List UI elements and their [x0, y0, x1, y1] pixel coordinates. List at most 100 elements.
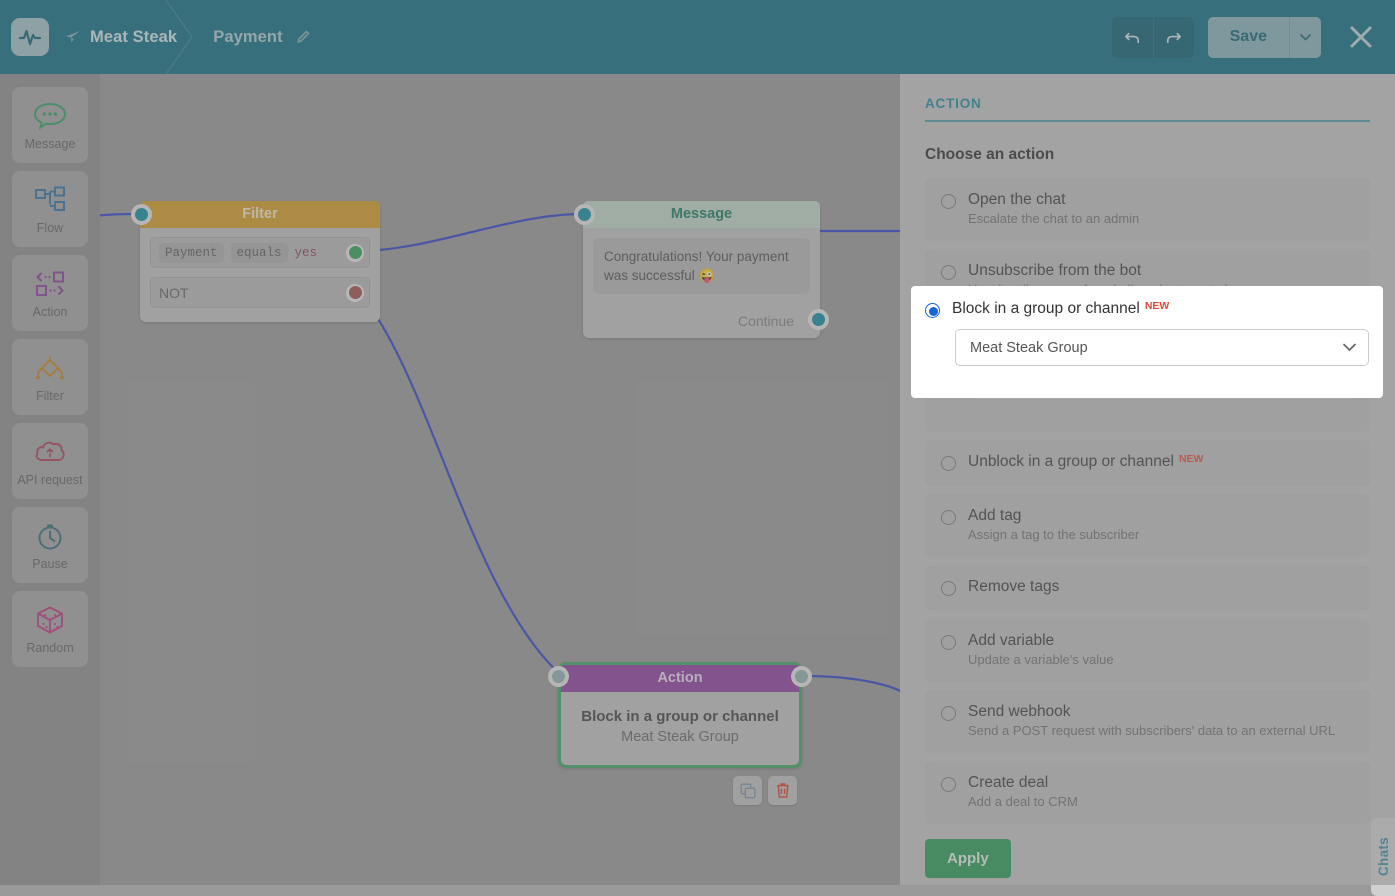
filter-diamond-icon	[33, 352, 67, 384]
option-title: Unblock in a group or channel	[968, 453, 1174, 470]
node-input-port[interactable]	[574, 204, 595, 225]
breadcrumb-item-flow[interactable]: Payment	[199, 0, 332, 74]
delete-node-button[interactable]	[768, 776, 797, 805]
group-select[interactable]: Meat Steak Group	[955, 329, 1369, 366]
dice-icon	[35, 604, 65, 636]
option-title: Add tag	[968, 507, 1022, 524]
filter-not-label: NOT	[159, 284, 189, 301]
sidebar-item-label: Random	[26, 640, 74, 655]
message-output-port[interactable]	[808, 309, 829, 330]
radio-icon[interactable]	[941, 194, 956, 209]
panel-title: ACTION	[925, 96, 1370, 122]
highlighted-action-option[interactable]: Block in a group or channel NEW Meat Ste…	[911, 286, 1383, 398]
sidebar-item-label: Action	[32, 304, 68, 319]
action-arrows-icon	[33, 268, 67, 300]
radio-icon[interactable]	[941, 265, 956, 280]
undo-button[interactable]	[1112, 17, 1153, 58]
radio-icon[interactable]	[941, 581, 956, 596]
option-desc: Add a deal to CRM	[968, 794, 1078, 809]
sidebar-item-flow[interactable]: Flow	[12, 171, 88, 247]
node-input-port[interactable]	[548, 666, 569, 687]
filter-false-output-port[interactable]	[346, 283, 364, 302]
close-button[interactable]	[1347, 23, 1375, 51]
node-title: Filter	[140, 201, 380, 228]
flow-node-action[interactable]: Action Block in a group or channel Meat …	[548, 662, 812, 768]
flow-node-filter[interactable]: Filter Payment equals yes NOT	[131, 201, 380, 322]
breadcrumb-chevron-icon	[166, 0, 194, 74]
sidebar-item-message[interactable]: Message	[12, 87, 88, 163]
header-actions: Save	[1111, 0, 1395, 74]
flow-tree-icon	[34, 184, 66, 216]
save-dropdown-caret-icon[interactable]	[1289, 16, 1321, 58]
chats-tab[interactable]: Chats	[1371, 818, 1395, 896]
radio-icon[interactable]	[941, 777, 956, 792]
filter-condition-row[interactable]: Payment equals yes	[150, 237, 370, 268]
app-header: Meat Steak Payment Save	[0, 0, 1395, 74]
new-badge: NEW	[1178, 453, 1204, 465]
clock-icon	[35, 520, 65, 552]
breadcrumb-item-bot[interactable]: Meat Steak	[49, 0, 199, 74]
sidebar-item-api-request[interactable]: API request	[12, 423, 88, 499]
option-title: Create deal	[968, 774, 1049, 791]
action-node-body: Block in a group or channel Meat Steak G…	[561, 692, 799, 765]
action-option-block-in-a-group-or-channel[interactable]: Block in a group or channel NEW Meat Ste…	[925, 300, 1369, 366]
action-option-add-variable[interactable]: Add variable Update a variable's value	[925, 619, 1370, 682]
radio-icon[interactable]	[941, 456, 956, 471]
sidebar-item-label: Flow	[36, 220, 64, 235]
breadcrumb-flow-name: Payment	[213, 27, 283, 46]
option-title: Block in a group or channel	[952, 300, 1140, 317]
sidebar-item-random[interactable]: Random	[12, 591, 88, 667]
filter-field-chip: Payment	[159, 242, 224, 263]
flow-node-message[interactable]: Message Congratulations! Your payment wa…	[574, 201, 829, 338]
duplicate-node-button[interactable]	[733, 776, 762, 805]
breadcrumb-bot-name: Meat Steak	[90, 27, 178, 46]
radio-icon[interactable]	[941, 635, 956, 650]
api-cloud-icon	[34, 436, 66, 468]
option-desc: Send a POST request with subscribers' da…	[968, 723, 1336, 738]
option-title: Open the chat	[968, 191, 1066, 208]
sidebar-item-label: API request	[17, 472, 83, 487]
node-title: Action	[561, 665, 799, 692]
node-output-port[interactable]	[791, 666, 812, 687]
sidebar-item-action[interactable]: Action	[12, 255, 88, 331]
action-option-create-deal[interactable]: Create deal Add a deal to CRM	[925, 761, 1370, 824]
node-title: Message	[583, 201, 820, 228]
filter-value: yes	[294, 245, 318, 260]
radio-icon[interactable]	[941, 510, 956, 525]
sidebar-item-label: Filter	[36, 388, 64, 403]
option-title: Add variable	[968, 632, 1055, 649]
breadcrumb: Meat Steak Payment	[49, 0, 333, 74]
group-select-value: Meat Steak Group	[970, 339, 1088, 356]
sidebar-item-pause[interactable]: Pause	[12, 507, 88, 583]
continue-label: Continue	[737, 313, 794, 329]
radio-icon[interactable]	[941, 706, 956, 721]
option-desc: Update a variable's value	[968, 652, 1114, 667]
message-text: Congratulations! Your payment was succes…	[593, 238, 810, 294]
sidebar-item-filter[interactable]: Filter	[12, 339, 88, 415]
pencil-edit-icon[interactable]	[295, 29, 311, 45]
redo-button[interactable]	[1152, 16, 1194, 58]
save-button[interactable]: Save	[1207, 16, 1289, 58]
choose-action-label: Choose an action	[925, 146, 1055, 163]
filter-true-output-port[interactable]	[346, 243, 364, 262]
action-option-open-the-chat[interactable]: Open the chat Escalate the chat to an ad…	[925, 178, 1370, 241]
sidebar-item-label: Message	[24, 136, 76, 151]
new-badge: NEW	[1144, 300, 1170, 312]
left-sidebar: Message Flow Action Filter API request P…	[0, 74, 100, 885]
action-option-add-tag[interactable]: Add tag Assign a tag to the subscriber	[925, 494, 1370, 557]
message-continue-row[interactable]: Continue	[583, 304, 820, 338]
node-input-port[interactable]	[131, 204, 152, 225]
option-title: Unsubscribe from the bot	[968, 262, 1142, 279]
action-option-unblock-in-a-group-or-channel[interactable]: Unblock in a group or channel NEW	[925, 440, 1370, 486]
radio-icon[interactable]	[925, 303, 940, 318]
undo-redo-group	[1111, 16, 1194, 58]
copy-icon	[739, 782, 756, 799]
filter-else-row[interactable]: NOT	[150, 277, 370, 308]
chevron-down-icon	[1343, 343, 1356, 352]
action-option-remove-tags[interactable]: Remove tags	[925, 565, 1370, 611]
app-logo-icon[interactable]	[11, 18, 49, 56]
apply-button[interactable]: Apply	[925, 839, 1011, 878]
option-title: Remove tags	[968, 578, 1060, 595]
sidebar-item-label: Pause	[32, 556, 68, 571]
action-option-send-webhook[interactable]: Send webhook Send a POST request with su…	[925, 690, 1370, 753]
